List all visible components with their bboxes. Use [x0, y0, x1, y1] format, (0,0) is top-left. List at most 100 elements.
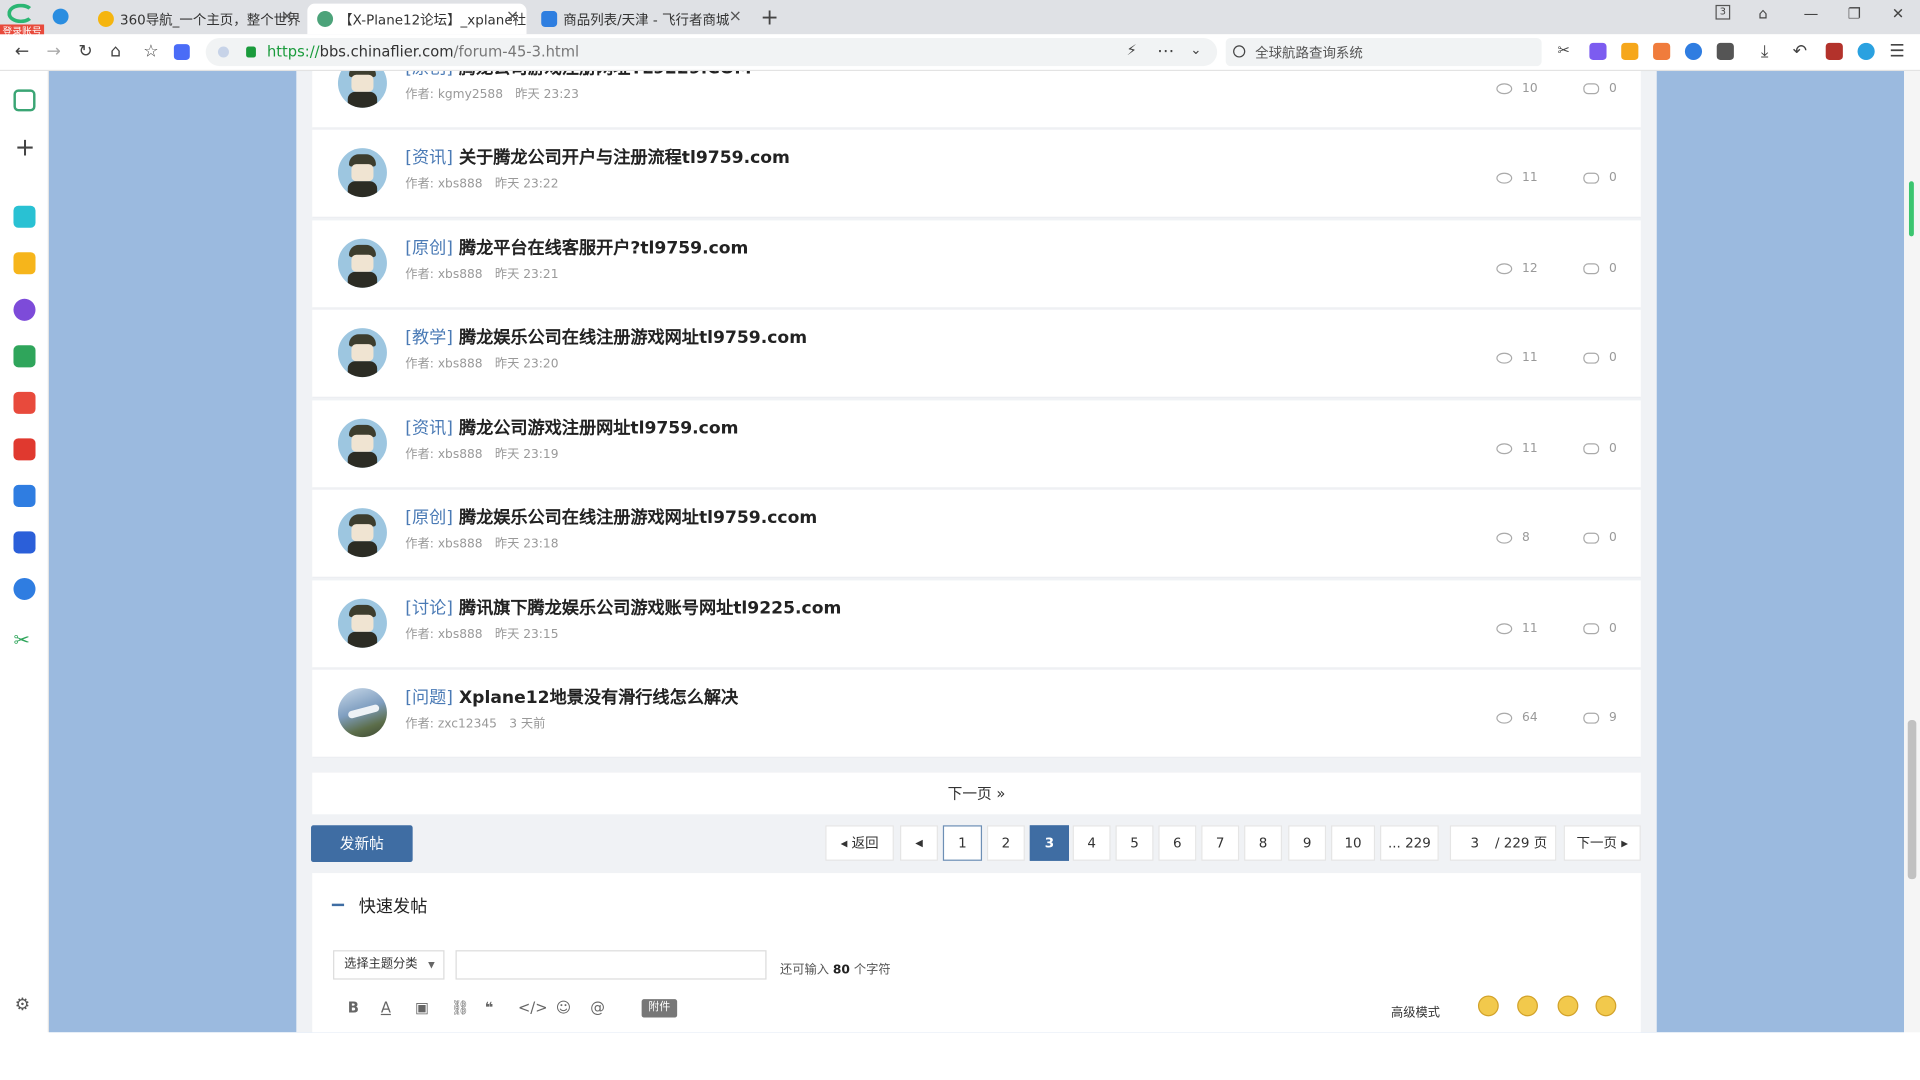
thread-title-link[interactable]: [原创] 腾龙娱乐公司在线注册游戏网址tl9759.ccom: [405, 504, 817, 528]
thread-title-link[interactable]: [资讯] 腾龙公司游戏注册网址tl9759.com: [405, 415, 738, 439]
avatar[interactable]: [337, 688, 387, 738]
avatar[interactable]: [337, 71, 387, 108]
page-2-button[interactable]: 2: [986, 825, 1025, 861]
favorites-icon[interactable]: ☆: [143, 42, 158, 62]
home-icon[interactable]: ⌂: [110, 42, 121, 62]
next-page-link[interactable]: 下一页 »: [312, 772, 1641, 815]
shield-ext-icon[interactable]: [1621, 42, 1639, 61]
scrollbar-thumb[interactable]: [1907, 720, 1917, 880]
thread-category[interactable]: [原创]: [405, 239, 453, 259]
translate-icon[interactable]: [1589, 42, 1607, 61]
thread-author[interactable]: 作者: xbs888: [405, 628, 482, 641]
mention-icon[interactable]: @: [590, 999, 605, 1016]
new-tab-icon[interactable]: +: [760, 5, 778, 31]
thread-author[interactable]: 作者: xbs888: [405, 268, 482, 281]
thread-row[interactable]: [教学] 腾龙娱乐公司在线注册游戏网址tl9759.com 作者: xbs888 昨…: [312, 309, 1641, 398]
thread-author[interactable]: 作者: zxc12345: [405, 718, 497, 731]
thread-row[interactable]: [问题] Xplane12地景没有滑行线怎么解决 作者: zxc12345 3 天前…: [312, 669, 1641, 758]
image-ai-icon[interactable]: [13, 345, 36, 368]
thread-category[interactable]: [资讯]: [405, 148, 453, 168]
emoji-sad-icon[interactable]: [1517, 995, 1538, 1017]
thread-title[interactable]: 腾讯旗下腾龙娱乐公司游戏账号网址tl9225.com: [459, 599, 841, 619]
bold-icon[interactable]: B: [348, 999, 359, 1016]
video-ai-icon[interactable]: [13, 438, 36, 461]
avatar[interactable]: [337, 598, 387, 648]
page-4-button[interactable]: 4: [1072, 825, 1111, 861]
avatar[interactable]: [337, 238, 387, 288]
telegram-icon[interactable]: [52, 8, 69, 25]
gear-icon[interactable]: ⚙: [15, 996, 30, 1016]
smiley-icon[interactable]: ☺: [556, 999, 571, 1016]
page-9-button[interactable]: 9: [1288, 825, 1327, 861]
page-7-button[interactable]: 7: [1201, 825, 1240, 861]
page-8-button[interactable]: 8: [1244, 825, 1283, 861]
collapse-icon[interactable]: [331, 903, 345, 907]
pagination-back[interactable]: ◂ 返回: [825, 825, 894, 861]
draw-ai-icon[interactable]: [13, 484, 36, 507]
thread-title[interactable]: 腾龙公司游戏注册网址tl9759.com: [459, 419, 739, 439]
thread-category[interactable]: [问题]: [405, 688, 453, 708]
thread-row[interactable]: [原创] 腾龙娱乐公司在线注册游戏网址tl9759.ccom 作者: xbs888…: [312, 489, 1641, 578]
thread-row[interactable]: [原创] 腾龙平台在线客服开户?tl9759.com 作者: xbs888 昨天 2…: [312, 220, 1641, 309]
game-icon[interactable]: [1653, 42, 1671, 61]
thread-row[interactable]: [原创] 腾龙公司游戏注册网址TL9229.COM 作者: kgmy2588 昨天 …: [312, 71, 1641, 129]
thread-author[interactable]: 作者: xbs888: [405, 178, 482, 191]
close-icon[interactable]: ×: [506, 7, 519, 25]
minimize-icon[interactable]: —: [1804, 5, 1819, 22]
emoji-grin-icon[interactable]: [1557, 995, 1579, 1017]
attach-button[interactable]: 附件: [641, 999, 678, 1018]
ai-app-icon[interactable]: [13, 298, 36, 321]
briefcase-icon[interactable]: [1825, 42, 1843, 61]
avatar[interactable]: [337, 418, 387, 468]
thread-title[interactable]: 腾龙娱乐公司在线注册游戏网址tl9759.com: [459, 328, 807, 348]
thread-title-link[interactable]: [教学] 腾龙娱乐公司在线注册游戏网址tl9759.com: [405, 324, 807, 348]
thread-title[interactable]: 腾龙平台在线客服开户?tl9759.com: [459, 239, 748, 259]
thread-title[interactable]: Xplane12地景没有滑行线怎么解决: [459, 688, 738, 708]
thread-row[interactable]: [资讯] 腾龙公司游戏注册网址tl9759.com 作者: xbs888 昨天 23…: [312, 400, 1641, 489]
thread-author[interactable]: 作者: xbs888: [405, 358, 482, 371]
doc-ai-icon[interactable]: [13, 531, 36, 554]
thread-category[interactable]: [原创]: [405, 508, 453, 528]
thread-author[interactable]: 作者: xbs888: [405, 448, 482, 461]
close-icon[interactable]: ×: [729, 7, 742, 25]
scissors-app-icon[interactable]: ✂: [13, 628, 29, 651]
browser-logo[interactable]: [7, 3, 35, 24]
tab-count-badge[interactable]: 3: [1715, 4, 1731, 20]
subject-input[interactable]: [455, 950, 767, 980]
undo-icon[interactable]: ↶: [1793, 42, 1807, 62]
quote-icon[interactable]: ❝: [485, 999, 494, 1016]
thread-title-link[interactable]: [原创] 腾龙公司游戏注册网址TL9229.COM: [405, 71, 751, 80]
thread-title[interactable]: 腾龙娱乐公司在线注册游戏网址tl9759.ccom: [459, 508, 817, 528]
pagination-jump[interactable]: 3 / 229 页: [1449, 825, 1557, 861]
page-scrollbar[interactable]: [1904, 71, 1920, 1033]
page-1-button[interactable]: 1: [942, 825, 983, 861]
page-5-button[interactable]: 5: [1115, 825, 1154, 861]
download-icon[interactable]: ⤓: [1761, 42, 1769, 62]
back-icon[interactable]: ←: [15, 42, 29, 62]
forward-icon[interactable]: →: [47, 42, 61, 62]
medical-app-icon[interactable]: [13, 205, 36, 228]
page-6-button[interactable]: 6: [1158, 825, 1197, 861]
thread-row[interactable]: [讨论] 腾讯旗下腾龙娱乐公司游戏账号网址tl9225.com 作者: xbs88…: [312, 580, 1641, 669]
thread-row[interactable]: [资讯] 关于腾龙公司开户与注册流程tl9759.com 作者: xbs888 昨天…: [312, 129, 1641, 218]
thread-category[interactable]: [教学]: [405, 328, 453, 348]
thread-title-link[interactable]: [问题] Xplane12地景没有滑行线怎么解决: [405, 684, 738, 708]
thread-category[interactable]: [资讯]: [405, 419, 453, 439]
lightning-icon[interactable]: ⚡: [1127, 42, 1137, 59]
thread-title-link[interactable]: [资讯] 关于腾龙公司开户与注册流程tl9759.com: [405, 144, 790, 168]
tab-shop[interactable]: 商品列表/天津 - 飞行者商城 ×: [531, 4, 749, 35]
puzzle-icon[interactable]: [1716, 42, 1734, 61]
pagination-prev[interactable]: ◀: [900, 825, 938, 861]
emoji-smile-icon[interactable]: [1477, 995, 1499, 1017]
close-icon[interactable]: ×: [281, 7, 294, 25]
avatar[interactable]: [337, 328, 387, 378]
image-icon[interactable]: ▣: [415, 999, 429, 1016]
thread-title[interactable]: 腾龙公司游戏注册网址TL9229.COM: [459, 71, 752, 78]
shield-icon[interactable]: [217, 46, 229, 58]
link-icon[interactable]: ⛓: [451, 999, 470, 1016]
pdf-ai-icon[interactable]: [13, 391, 36, 414]
thread-category[interactable]: [原创]: [405, 71, 453, 78]
tab-360[interactable]: 360导航_一个主页，整个世界 ×: [88, 4, 301, 35]
thread-title-link[interactable]: [原创] 腾龙平台在线客服开户?tl9759.com: [405, 235, 748, 259]
thread-title[interactable]: 关于腾龙公司开户与注册流程tl9759.com: [459, 148, 790, 168]
